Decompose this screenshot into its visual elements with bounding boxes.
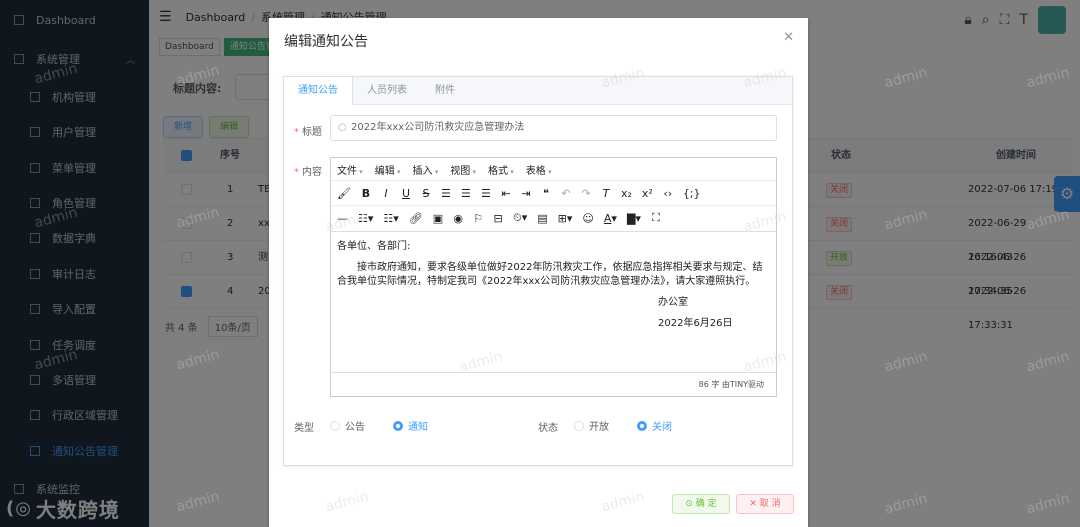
menu-format[interactable]: 格式 xyxy=(488,162,514,177)
state-closed-radio[interactable] xyxy=(637,420,647,431)
type-label: 类型 xyxy=(294,423,314,434)
search-icon: ○ xyxy=(338,122,347,133)
content-sign: 办公室 xyxy=(658,297,688,308)
watermark: admin xyxy=(323,488,371,516)
editor-status-bar: 86 字 由TINY驱动 xyxy=(331,372,776,396)
menu-view[interactable]: 视图 xyxy=(450,162,476,177)
edit-notice-dialog: 编辑通知公告 ✕ 通知公告 人员列表 附件 * 标题 ○ 2022年xxx公司防汛… xyxy=(269,18,808,527)
align-right-icon[interactable]: ☰ xyxy=(481,187,491,200)
emoticons-icon[interactable]: ☺ xyxy=(582,212,593,225)
underline-icon[interactable]: U xyxy=(401,187,411,200)
horizontal-rule-icon[interactable]: — xyxy=(337,212,348,225)
tab-members[interactable]: 人员列表 xyxy=(353,77,421,105)
state-label: 状态 xyxy=(538,423,558,434)
clear-format-icon[interactable]: T xyxy=(601,187,611,200)
menu-insert[interactable]: 插入 xyxy=(413,162,439,177)
menu-edit[interactable]: 编辑 xyxy=(375,162,401,177)
type-announcement-radio[interactable] xyxy=(330,420,340,431)
watermark: admin xyxy=(599,488,647,516)
tab-notice[interactable]: 通知公告 xyxy=(284,77,353,105)
text-color-icon[interactable]: A▾ xyxy=(604,212,617,225)
table-icon[interactable]: ⊞▾ xyxy=(558,212,573,225)
outdent-icon[interactable]: ⇤ xyxy=(501,187,511,200)
title-input[interactable]: ○ 2022年xxx公司防汛救灾应急管理办法 xyxy=(330,115,777,141)
type-radio-group: 公告 通知 xyxy=(330,418,428,433)
title-label: * 标题 xyxy=(294,127,322,138)
menu-table[interactable]: 表格 xyxy=(526,162,552,177)
bullet-list-icon[interactable]: ☷▾ xyxy=(358,212,373,225)
undo-icon[interactable]: ↶ xyxy=(561,187,571,200)
align-center-icon[interactable]: ☰ xyxy=(461,187,471,200)
editor-menubar: 文件 编辑 插入 视图 格式 表格 xyxy=(331,158,776,180)
media-icon[interactable]: ▤ xyxy=(537,212,547,225)
bold-icon[interactable]: B xyxy=(361,187,371,200)
editor-toolbar-2: — ☷▾ ☷▾ 🔗︎ ▣ ◉ ⚐ ⊟ ⏲▾ ▤ ⊞▾ ☺ A▾ ▇▾ ⛶ xyxy=(331,205,776,230)
tabs-card: 通知公告 人员列表 附件 * 标题 ○ 2022年xxx公司防汛救灾应急管理办法 … xyxy=(283,76,793,466)
content-salutation: 各单位、各部门: xyxy=(337,241,411,252)
strikethrough-icon[interactable]: S xyxy=(421,187,431,200)
menu-file[interactable]: 文件 xyxy=(337,162,363,177)
confirm-button[interactable]: ⊙ 确 定 xyxy=(672,494,730,514)
close-icon: ✕ xyxy=(749,499,760,509)
italic-icon[interactable]: I xyxy=(381,187,391,200)
app-root: Dashboard 系统管理︿ 机构管理 用户管理 菜单管理 角色管理 数据字典… xyxy=(0,0,1080,527)
format-painter-icon[interactable]: 🖌︎ xyxy=(337,187,351,200)
code-sample-icon[interactable]: {;} xyxy=(683,187,701,200)
preview-icon[interactable]: ◉ xyxy=(453,212,463,225)
editor-toolbar-1: 🖌︎ B I U S ☰ ☰ ☰ ⇤ ⇥ ❝ ↶ ↷ T x₂ x² ‹› {;… xyxy=(331,180,776,205)
type-notice-radio[interactable] xyxy=(393,420,403,431)
page-break-icon[interactable]: ⊟ xyxy=(493,212,503,225)
numbered-list-icon[interactable]: ☷▾ xyxy=(383,212,398,225)
tab-bar: 通知公告 人员列表 附件 xyxy=(284,77,792,105)
fullscreen-icon[interactable]: ⛶ xyxy=(651,211,661,225)
content-body: 接市政府通知，要求各级单位做好2022年防汛救灾工作，依据应急指挥相关要求与规定… xyxy=(337,262,763,287)
state-open-radio[interactable] xyxy=(574,420,584,431)
content-date: 2022年6月26日 xyxy=(658,318,733,329)
content-label: * 内容 xyxy=(294,167,322,178)
link-icon[interactable]: 🔗︎ xyxy=(409,212,423,225)
indent-icon[interactable]: ⇥ xyxy=(521,187,531,200)
subscript-icon[interactable]: x₂ xyxy=(621,187,632,200)
editor-content[interactable]: 各单位、各部门: 接市政府通知，要求各级单位做好2022年防汛救灾工作，依据应急… xyxy=(331,231,776,371)
bg-color-icon[interactable]: ▇▾ xyxy=(627,212,641,225)
check-icon: ⊙ xyxy=(685,499,696,509)
align-left-icon[interactable]: ☰ xyxy=(441,187,451,200)
rich-text-editor: 文件 编辑 插入 视图 格式 表格 🖌︎ B I U S ☰ ☰ ☰ ⇤ xyxy=(330,157,777,397)
dialog-title: 编辑通知公告 xyxy=(284,34,368,50)
tab-attachments[interactable]: 附件 xyxy=(421,77,469,105)
close-icon[interactable]: ✕ xyxy=(783,30,794,45)
datetime-icon[interactable]: ⏲▾ xyxy=(513,211,527,225)
code-icon[interactable]: ‹› xyxy=(663,187,673,200)
superscript-icon[interactable]: x² xyxy=(642,187,653,200)
bookmark-icon[interactable]: ⚐ xyxy=(473,212,483,225)
image-icon[interactable]: ▣ xyxy=(433,212,443,225)
redo-icon[interactable]: ↷ xyxy=(581,187,591,200)
blockquote-icon[interactable]: ❝ xyxy=(541,187,551,200)
cancel-button[interactable]: ✕ 取 消 xyxy=(736,494,794,514)
state-radio-group: 开放 关闭 xyxy=(574,418,672,433)
